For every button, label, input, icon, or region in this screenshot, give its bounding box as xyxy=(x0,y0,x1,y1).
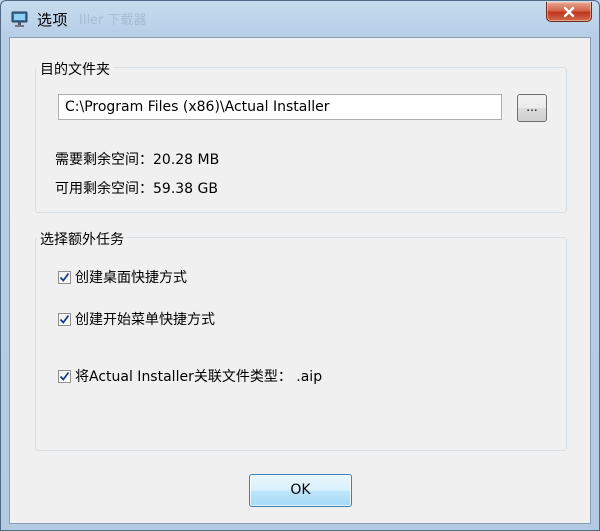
checkmark-icon xyxy=(59,272,70,282)
file-association-label: 将Actual Installer关联文件类型： .aip xyxy=(75,369,323,385)
task-start-menu-shortcut[interactable]: 创建开始菜单快捷方式 xyxy=(58,309,215,329)
space-available-text: 可用剩余空间：59.38 GB xyxy=(55,181,218,197)
browse-button[interactable]: ... xyxy=(517,94,547,122)
options-dialog: 选项 Iller 下载器 目的文件夹 ... 需要剩余空间：20.28 MB 可… xyxy=(0,0,600,531)
dialog-body: 目的文件夹 ... 需要剩余空间：20.28 MB 可用剩余空间：59.38 G… xyxy=(9,37,591,524)
checkmark-icon xyxy=(59,314,70,324)
destination-group-label: 目的文件夹 xyxy=(37,59,113,79)
monitor-icon xyxy=(10,9,30,29)
close-button[interactable] xyxy=(546,2,592,22)
task-desktop-shortcut[interactable]: 创建桌面快捷方式 xyxy=(58,267,187,287)
task-file-association[interactable]: 将Actual Installer关联文件类型： .aip xyxy=(58,366,322,386)
start-menu-shortcut-label: 创建开始菜单快捷方式 xyxy=(75,312,215,328)
file-association-checkbox[interactable] xyxy=(58,369,71,383)
desktop-shortcut-checkbox[interactable] xyxy=(58,270,71,284)
desktop-shortcut-label: 创建桌面快捷方式 xyxy=(75,270,187,286)
start-menu-shortcut-checkbox[interactable] xyxy=(58,312,71,326)
title-bar[interactable]: 选项 Iller 下载器 xyxy=(1,1,599,37)
window-title: 选项 xyxy=(37,11,69,29)
window-title-ghost: Iller 下载器 xyxy=(79,13,147,28)
ok-button[interactable]: OK xyxy=(249,474,352,507)
close-icon xyxy=(562,6,576,18)
checkmark-icon xyxy=(59,371,70,381)
space-required-text: 需要剩余空间：20.28 MB xyxy=(55,152,220,168)
destination-path-input[interactable] xyxy=(58,94,502,120)
tasks-group-label: 选择额外任务 xyxy=(37,229,127,249)
